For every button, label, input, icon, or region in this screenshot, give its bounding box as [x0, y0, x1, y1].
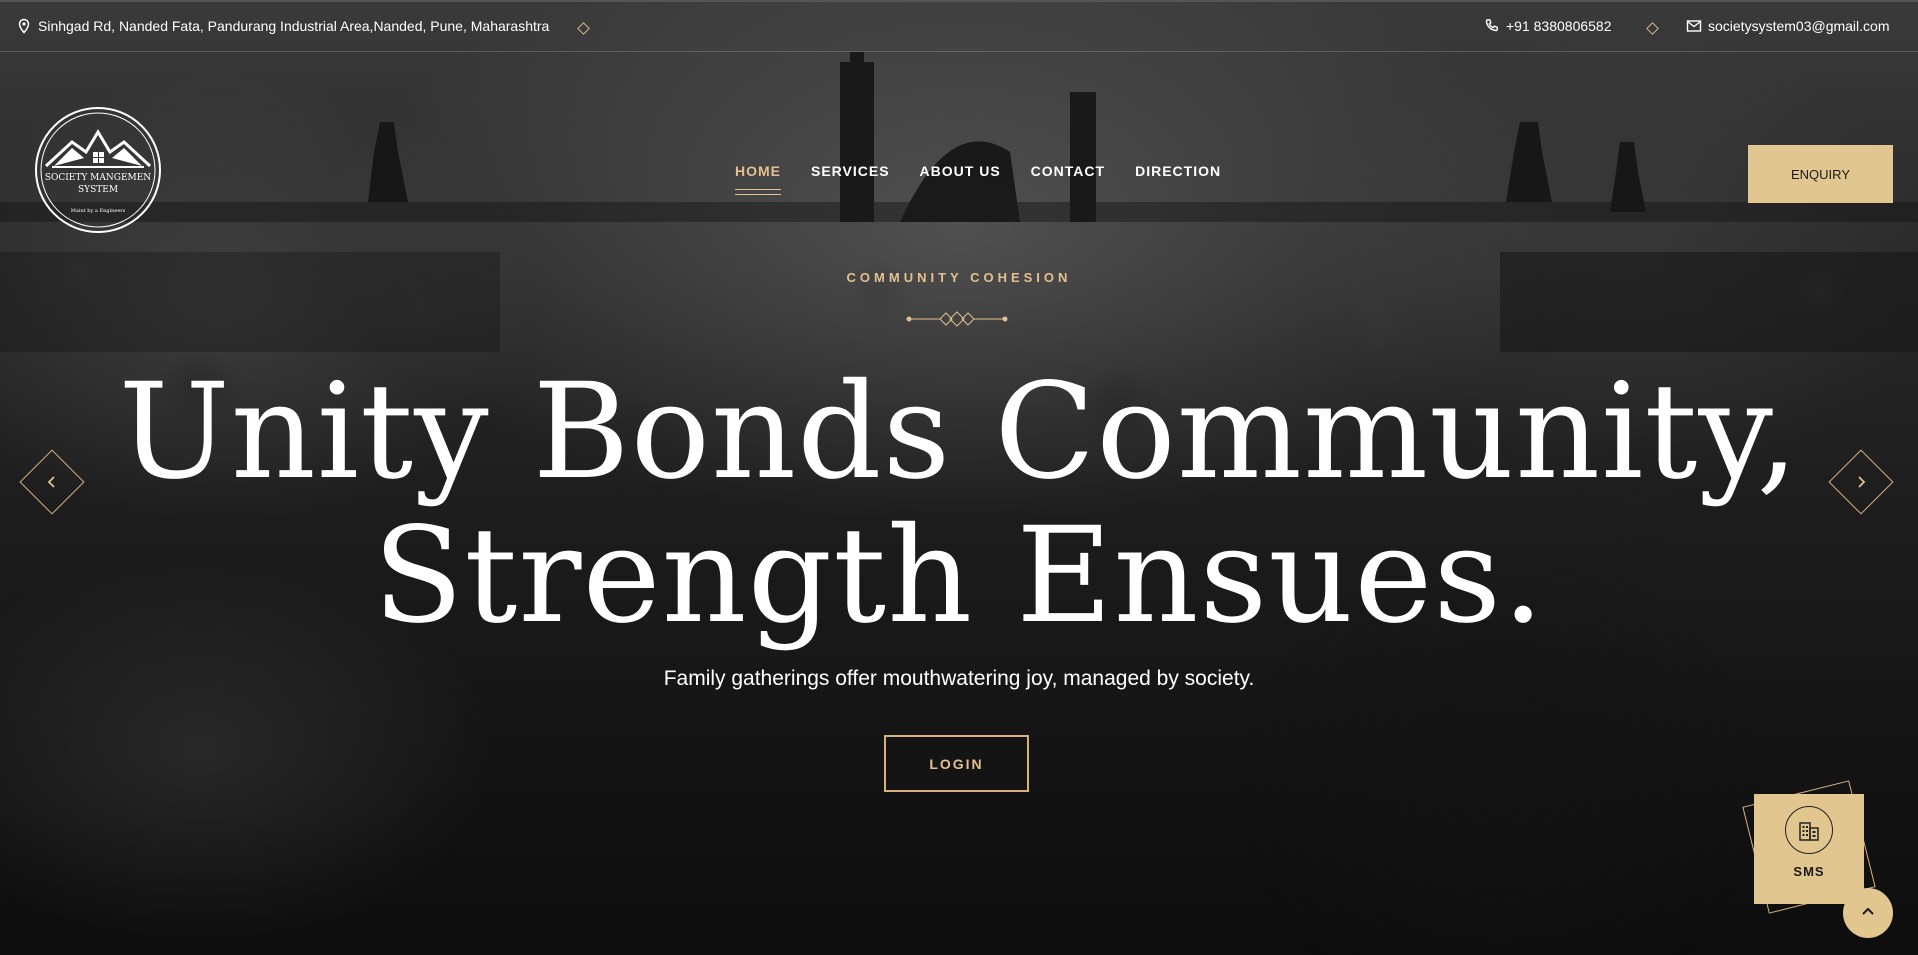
separator-diamond — [577, 22, 590, 35]
sms-button[interactable]: SMS — [1754, 794, 1864, 904]
nav-item-label: CONTACT — [1030, 163, 1106, 179]
nav-item-contact[interactable]: CONTACT — [1031, 163, 1105, 179]
login-button[interactable]: LOGIN — [884, 735, 1029, 792]
logo-line1: SOCIETY MANGEMEN — [45, 173, 151, 183]
building-icon — [1785, 806, 1833, 854]
logo-line2: SYSTEM — [78, 185, 118, 195]
phone-icon — [1484, 18, 1500, 34]
address-info: Sinhgad Rd, Nanded Fata, Pandurang Indus… — [16, 18, 549, 34]
nav-item-services[interactable]: SERVICES — [811, 163, 890, 179]
nav-item-label: HOME — [735, 163, 781, 179]
separator-diamond — [1646, 22, 1659, 35]
logo-tagline: Maint by a Engineers — [71, 208, 126, 214]
ornament-divider — [906, 311, 1008, 327]
top-contact-bar: Sinhgad Rd, Nanded Fata, Pandurang Indus… — [0, 0, 1918, 52]
background-skyline — [0, 52, 1918, 352]
nav-item-about-us[interactable]: ABOUT US — [920, 163, 1001, 179]
main-nav: HOME SERVICES ABOUT US CONTACT DIRECTION — [735, 163, 1251, 195]
nav-item-direction[interactable]: DIRECTION — [1135, 163, 1221, 179]
chevron-up-icon — [1860, 903, 1876, 924]
nav-item-label: DIRECTION — [1135, 163, 1222, 179]
hero-subtitle: Family gatherings offer mouthwatering jo… — [663, 667, 1255, 690]
email-info[interactable]: societysystem03@gmail.com — [1686, 18, 1890, 34]
chevron-left-icon — [30, 460, 74, 504]
site-logo[interactable]: SOCIETY MANGEMEN SYSTEM Maint by a Engin… — [24, 104, 172, 236]
chevron-right-icon — [1839, 460, 1883, 504]
hero-page: Sinhgad Rd, Nanded Fata, Pandurang Indus… — [0, 0, 1918, 955]
mail-icon — [1686, 18, 1702, 34]
nav-item-label: ABOUT US — [919, 163, 1001, 179]
headline-line-1: Unity Bonds Community, — [118, 355, 1800, 509]
nav-item-home[interactable]: HOME — [735, 163, 781, 195]
phone-text[interactable]: +91 8380806582 — [1506, 18, 1612, 34]
hero-headline: Unity Bonds Community, Strength Ensues. — [0, 360, 1918, 648]
map-pin-icon — [16, 18, 32, 34]
nav-item-label: SERVICES — [811, 163, 890, 179]
sms-label: SMS — [1793, 864, 1825, 879]
hero-eyebrow: COMMUNITY COHESION — [846, 270, 1072, 285]
active-underline — [735, 189, 781, 195]
email-text[interactable]: societysystem03@gmail.com — [1708, 18, 1890, 34]
address-text: Sinhgad Rd, Nanded Fata, Pandurang Indus… — [38, 18, 550, 34]
headline-line-2: Strength Ensues. — [372, 499, 1546, 653]
phone-info[interactable]: +91 8380806582 — [1484, 18, 1612, 34]
enquiry-button[interactable]: ENQUIRY — [1748, 145, 1893, 203]
scroll-to-top-button[interactable] — [1843, 888, 1893, 938]
